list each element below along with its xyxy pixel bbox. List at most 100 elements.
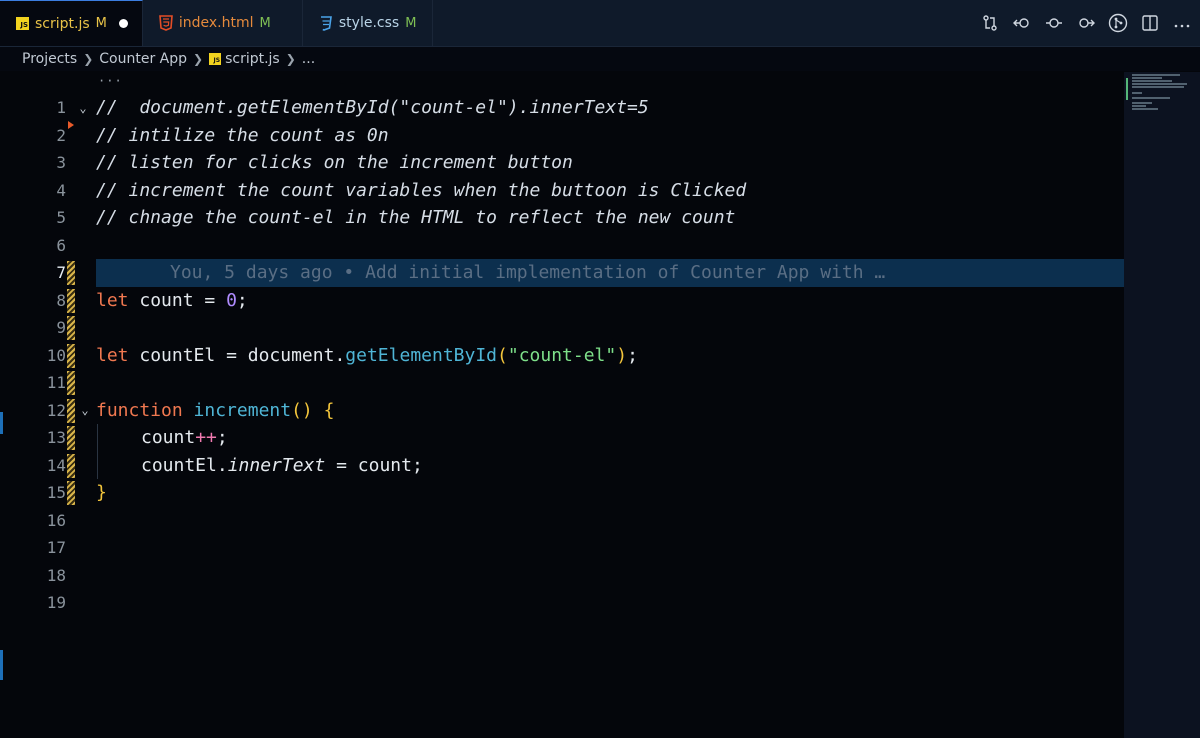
line-number: 6 <box>56 235 66 255</box>
code-line: 9 <box>0 314 1124 342</box>
string-literal: "count-el" <box>507 344 617 366</box>
code-text: countEl.innerText = count; <box>141 455 423 476</box>
tab-style-css[interactable]: style.css M <box>303 0 433 46</box>
more-actions-icon[interactable] <box>1172 13 1192 33</box>
git-modified-gutter[interactable] <box>67 453 75 478</box>
previous-change-icon[interactable] <box>1012 13 1032 33</box>
line-number: 10 <box>46 345 66 365</box>
identifier: document. <box>247 344 346 366</box>
compare-changes-icon[interactable] <box>980 13 1000 33</box>
minimap-line <box>1132 86 1184 88</box>
function-name: increment <box>193 399 292 421</box>
code-line: 5 // chnage the count-el in the HTML to … <box>0 204 1124 232</box>
gitlens-icon[interactable] <box>1108 13 1128 33</box>
code-text: let countEl = document.getElementById("c… <box>96 345 638 366</box>
git-modified-gutter[interactable] <box>67 481 75 505</box>
code-line: 3 // listen for clicks on the increment … <box>0 149 1124 177</box>
minimap-change-marker <box>1126 78 1128 100</box>
punctuation: ) <box>616 344 628 366</box>
breadcrumb-item-projects[interactable]: Projects <box>22 51 77 67</box>
git-modified-gutter[interactable] <box>67 426 75 450</box>
minimap[interactable] <box>1124 72 1200 738</box>
function-name: getElementById <box>345 344 498 366</box>
git-modified-gutter[interactable] <box>67 398 75 423</box>
keyword: function <box>96 399 183 421</box>
code-text: // intilize the count as 0n <box>96 124 389 146</box>
code-line: 10 let countEl = document.getElementById… <box>0 342 1124 370</box>
unsaved-dot-icon[interactable] <box>118 19 128 28</box>
identifier: count <box>357 454 412 476</box>
code-line-current: 7 You, 5 days ago • Add initial implemen… <box>0 259 1140 287</box>
punctuation: ; <box>216 427 228 449</box>
minimap-line <box>1132 102 1152 104</box>
line-number: 12 <box>46 400 66 420</box>
git-modified-gutter[interactable] <box>67 371 75 395</box>
operator: = <box>204 289 216 311</box>
css3-file-icon <box>320 16 332 31</box>
git-modified-gutter[interactable] <box>67 316 75 340</box>
punctuation: ; <box>627 344 638 366</box>
identifier: count <box>139 289 194 311</box>
code-text: // listen for clicks on the increment bu… <box>96 152 573 174</box>
git-modified-gutter[interactable] <box>67 261 75 285</box>
code-text: let count = 0; <box>96 290 248 311</box>
html5-file-icon <box>159 15 173 31</box>
code-text: count++; <box>141 427 228 448</box>
identifier: countEl <box>139 344 216 366</box>
code-line: 14 countEl.innerText = count; <box>0 452 1124 480</box>
code-line: 4 // increment the count variables when … <box>0 177 1124 205</box>
tab-label: index.html <box>178 15 254 31</box>
minimap-line <box>1132 80 1172 82</box>
breadcrumb-item-counter-app[interactable]: Counter App <box>99 51 187 67</box>
code-line: 2 // intilize the count as 0n <box>0 122 1124 150</box>
minimap-line <box>1132 97 1170 99</box>
code-line: 17 <box>0 534 1124 562</box>
code-text: // increment the count variables when th… <box>96 179 747 201</box>
code-line: 6 <box>0 232 1124 260</box>
chevron-right-icon: ❯ <box>83 52 94 66</box>
tab-index-html[interactable]: index.html M <box>143 0 303 46</box>
code-text: function increment() { <box>96 400 334 421</box>
tab-script-js[interactable]: JS script.js M <box>0 0 143 46</box>
code-line: 11 <box>0 369 1124 397</box>
code-editor[interactable]: ··· 1 ⌄ // document.getElementById("coun… <box>0 72 1140 738</box>
git-modified-gutter[interactable] <box>67 288 75 313</box>
breadcrumb-item-more[interactable]: ... <box>302 51 315 67</box>
punctuation: ; <box>411 454 423 476</box>
git-commit-icon[interactable] <box>1044 13 1064 33</box>
next-change-icon[interactable] <box>1076 13 1096 33</box>
line-number: 14 <box>46 455 66 475</box>
git-blame-annotation[interactable]: You, 5 days ago • Add initial implementa… <box>170 262 885 283</box>
tab-label: style.css <box>338 15 400 31</box>
punctuation: ; <box>236 289 248 311</box>
code-line: 15 } <box>0 479 1124 507</box>
line-number: 3 <box>56 153 66 173</box>
operator: = <box>336 454 347 476</box>
code-line: 16 <box>0 507 1124 535</box>
punctuation: { <box>323 399 335 421</box>
number-literal: 0 <box>226 289 237 311</box>
chevron-right-icon: ❯ <box>193 52 204 66</box>
chevron-down-icon[interactable]: ⌄ <box>78 403 92 417</box>
modified-status: M <box>405 15 417 31</box>
git-modified-gutter[interactable] <box>67 343 75 368</box>
line-number: 18 <box>46 565 66 585</box>
chevron-right-icon: ❯ <box>285 52 296 66</box>
keyword: let <box>96 344 129 366</box>
minimap-line <box>1132 105 1146 107</box>
punctuation: ( <box>497 344 508 366</box>
chevron-down-icon[interactable]: ⌄ <box>76 101 90 115</box>
line-number: 4 <box>56 180 66 200</box>
split-editor-icon[interactable] <box>1140 13 1160 33</box>
line-number: 17 <box>46 538 66 558</box>
breadcrumb-item-script-js[interactable]: script.js <box>225 51 280 67</box>
minimap-line <box>1132 92 1142 94</box>
code-line: 19 <box>0 589 1124 617</box>
line-number: 19 <box>46 593 66 613</box>
line-number: 5 <box>56 208 66 228</box>
line-number: 11 <box>46 373 66 393</box>
minimap-line <box>1132 74 1180 76</box>
line-number: 9 <box>56 318 66 338</box>
line-number: 13 <box>46 428 66 448</box>
minimap-line <box>1132 83 1187 85</box>
